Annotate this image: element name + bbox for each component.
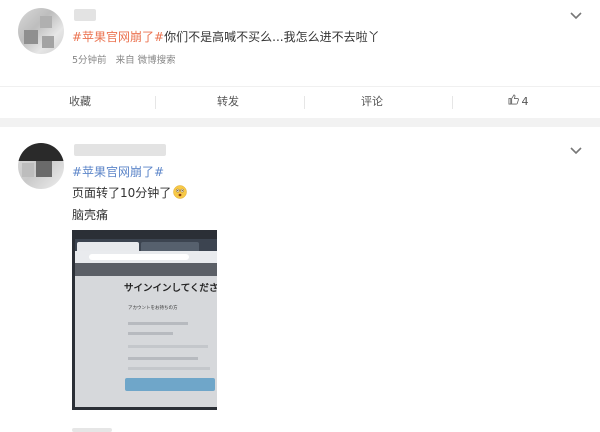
comment-button[interactable]: 评论 (332, 87, 412, 117)
avatar-pixel (36, 161, 52, 177)
like-count: 4 (521, 95, 529, 108)
browser-tab-bar (75, 239, 217, 251)
photo-screen: サインインしてください。 アカウントをお持ちの方 (75, 239, 217, 407)
signin-subheading: アカウントをお持ちの方 (128, 306, 178, 311)
divider (452, 96, 453, 109)
hashtag-link[interactable]: #苹果官网崩了# (72, 165, 164, 179)
form-line (128, 367, 210, 370)
divider (304, 96, 305, 109)
username-blurred[interactable] (74, 144, 166, 156)
repost-button[interactable]: 转发 (188, 87, 268, 117)
post-text: 页面转了10分钟了 (72, 186, 172, 200)
signin-button (125, 378, 215, 391)
post-line-2: 脑壳痛 (72, 207, 108, 223)
form-line (128, 357, 198, 360)
thumbs-up-icon (508, 87, 519, 117)
form-line (128, 322, 188, 325)
form-line (128, 345, 208, 348)
post-text: 脑壳痛 (72, 208, 109, 222)
post-time[interactable]: 5分钟前 (72, 55, 107, 66)
signin-heading: サインインしてください。 (124, 283, 217, 294)
site-nav-strip (75, 263, 217, 276)
emoji-dizzy-icon (173, 185, 188, 199)
post-photo[interactable]: サインインしてください。 アカウントをお持ちの方 (72, 230, 217, 410)
avatar-pixel (18, 143, 64, 161)
action-bar: 收藏 转发 评论 4 (0, 86, 600, 117)
avatar-pixel (42, 36, 54, 48)
avatar-pixel (24, 30, 38, 44)
post-body: #苹果官网崩了#你们不是高喊不买么...我怎么进不去啦丫 (72, 29, 380, 45)
avatar[interactable] (18, 8, 64, 54)
post-line-1: 页面转了10分钟了 (72, 185, 188, 201)
divider (155, 96, 156, 109)
hashtag-link[interactable]: #苹果官网崩了# (72, 30, 164, 44)
avatar-pixel (40, 16, 52, 28)
next-post-cutoff (72, 428, 112, 432)
avatar[interactable] (18, 143, 64, 189)
post-text: 你们不是高喊不买么...我怎么进不去啦丫 (164, 30, 380, 44)
favorite-button[interactable]: 收藏 (40, 87, 120, 117)
post-meta: 5分钟前 来自 微博搜索 (72, 52, 176, 66)
url-field (89, 254, 189, 260)
feed-separator (0, 118, 600, 127)
chevron-down-icon[interactable] (570, 12, 584, 22)
post-source[interactable]: 来自 微博搜索 (116, 55, 176, 66)
like-button[interactable]: 4 (478, 87, 558, 117)
post-hashtag-line: #苹果官网崩了# (72, 164, 164, 180)
weibo-post-2: #苹果官网崩了# 页面转了10分钟了 脑壳痛 サインインしてください。 アカウン… (0, 127, 600, 432)
browser-tab (77, 242, 139, 251)
avatar-pixel (22, 163, 34, 177)
form-line (128, 332, 173, 335)
username-blurred[interactable] (74, 9, 96, 21)
comment-label: 评论 (361, 95, 383, 108)
weibo-post-1: #苹果官网崩了#你们不是高喊不买么...我怎么进不去啦丫 5分钟前 来自 微博搜… (0, 0, 600, 118)
favorite-label: 收藏 (69, 95, 91, 108)
browser-tab (141, 242, 199, 251)
repost-label: 转发 (217, 95, 239, 108)
chevron-down-icon[interactable] (570, 147, 584, 157)
